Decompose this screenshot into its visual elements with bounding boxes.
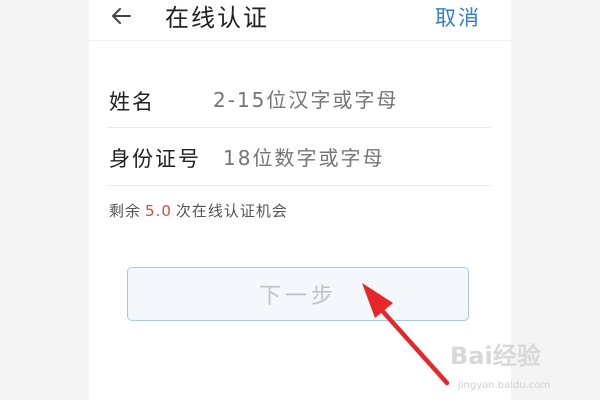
arrow-left-icon[interactable] bbox=[109, 4, 133, 28]
watermark-brand: Bai经验 bbox=[450, 342, 541, 370]
remaining-suffix: 次在线认证机会 bbox=[175, 202, 288, 220]
remaining-prefix: 剩余 bbox=[109, 202, 142, 220]
next-step-button[interactable]: 下一步 bbox=[127, 267, 469, 321]
divider bbox=[107, 185, 491, 186]
remaining-count: 5.0 bbox=[145, 202, 172, 220]
page-title: 在线认证 bbox=[165, 4, 269, 32]
id-number-input[interactable] bbox=[223, 146, 483, 170]
divider bbox=[107, 127, 491, 128]
top-bar: 在线认证 取消 bbox=[89, 0, 511, 41]
cancel-button[interactable]: 取消 bbox=[435, 0, 481, 36]
watermark-url: jingyan.baidu.com bbox=[458, 380, 551, 391]
remaining-attempts-text: 剩余 5.0 次在线认证机会 bbox=[109, 200, 288, 221]
id-number-label: 身份证号 bbox=[109, 147, 201, 171]
name-input[interactable] bbox=[213, 88, 483, 112]
baidu-watermark: Bai经验 jingyan.baidu.com bbox=[446, 336, 596, 396]
name-label: 姓名 bbox=[109, 90, 155, 114]
